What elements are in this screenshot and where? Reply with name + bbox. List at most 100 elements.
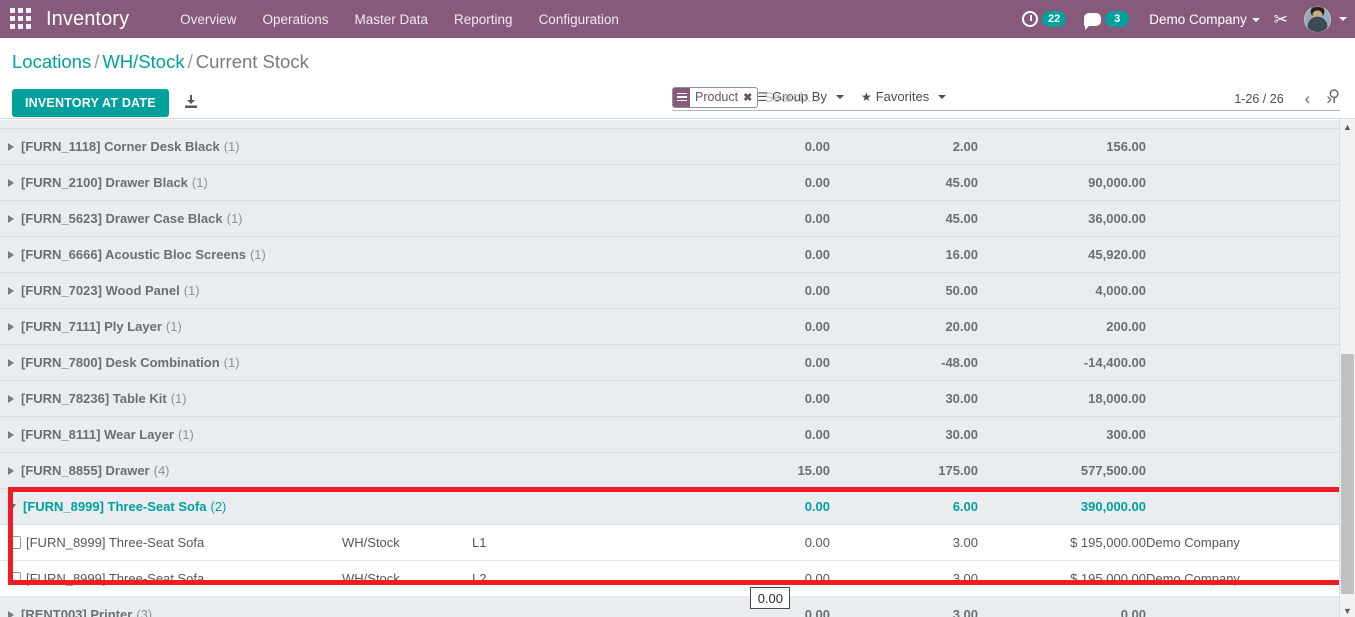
- table-row[interactable]: [RENT003] Printer (3) 0.00 3.00 0.00: [0, 596, 1340, 617]
- inventory-at-date-button[interactable]: INVENTORY AT DATE: [12, 89, 169, 117]
- table-row[interactable]: [FURN_7023] Wood Panel (1) 0.00 50.00 4,0…: [0, 272, 1340, 309]
- group-reserved: 0.00: [804, 247, 830, 262]
- row-lot: L2: [472, 571, 487, 586]
- collapse-caret-icon[interactable]: [8, 503, 16, 510]
- group-quantity: 30.00: [945, 427, 978, 442]
- table-row-expanded-group[interactable]: [FURN_8999] Three-Seat Sofa (2) 0.00 6.00…: [0, 488, 1340, 525]
- main-menu: Overview Operations Master Data Reportin…: [167, 3, 632, 36]
- group-reserved: 0.00: [804, 499, 830, 514]
- row-reserved: 0.00: [804, 571, 830, 586]
- table-row[interactable]: [FURN_2100] Drawer Black (1) 0.00 45.00 9…: [0, 164, 1340, 201]
- group-reserved: 0.00: [804, 283, 830, 298]
- group-value: 390,000.00: [1080, 499, 1146, 514]
- group-count: (1): [223, 355, 240, 370]
- user-avatar[interactable]: [1304, 5, 1331, 33]
- group-label: [FURN_5623] Drawer Case Black: [21, 211, 223, 226]
- expand-caret-icon[interactable]: [8, 286, 14, 295]
- search-view: Product ✖ ⚲: [672, 86, 1340, 111]
- scroll-up-arrow-icon[interactable]: ▲: [1340, 119, 1355, 134]
- scrollbar-thumb[interactable]: [1341, 354, 1354, 594]
- group-reserved: 0.00: [804, 607, 830, 617]
- chat-icon: [1084, 12, 1102, 30]
- group-count: (1): [177, 427, 194, 442]
- expand-caret-icon[interactable]: [8, 358, 14, 367]
- table-row[interactable]: [FURN_8999] Three-Seat Sofa WH/Stock L1 …: [0, 524, 1340, 561]
- search-facet-label: Product: [695, 90, 739, 104]
- breadcrumb-item-locations[interactable]: Locations: [12, 51, 91, 72]
- company-switcher[interactable]: Demo Company: [1139, 8, 1262, 31]
- group-value: -14,400.00: [1083, 355, 1146, 370]
- expand-caret-icon[interactable]: [8, 466, 14, 475]
- wrench-icon[interactable]: ✂: [1264, 8, 1298, 31]
- expand-caret-icon[interactable]: [8, 214, 14, 223]
- chevron-down-icon: [1251, 17, 1260, 22]
- row-select-cell[interactable]: [0, 525, 26, 561]
- breadcrumb: Locations / WH/Stock / Current Stock: [12, 51, 309, 73]
- table-row[interactable]: [FURN_5623] Drawer Case Black (1) 0.00 45…: [0, 200, 1340, 237]
- group-label: [FURN_7111] Ply Layer: [21, 319, 162, 334]
- messages-menu[interactable]: 3: [1076, 7, 1137, 31]
- group-company: [1146, 309, 1340, 345]
- inline-quantity-input[interactable]: [750, 587, 790, 609]
- apps-grid-icon[interactable]: [10, 8, 32, 30]
- group-label: [FURN_1118] Corner Desk Black: [21, 139, 220, 154]
- search-input[interactable]: [758, 89, 1323, 105]
- stock-quant-table: [FURN_1118] Corner Desk Black (1) 0.00 2.…: [0, 119, 1340, 617]
- group-count: (1): [183, 283, 200, 298]
- expand-caret-icon[interactable]: [8, 394, 14, 403]
- table-row[interactable]: [FURN_1118] Corner Desk Black (1) 0.00 2.…: [0, 128, 1340, 165]
- group-count: (1): [170, 391, 187, 406]
- app-brand-title[interactable]: Inventory: [46, 8, 129, 31]
- row-location: WH/Stock: [342, 535, 400, 550]
- message-count-badge: 3: [1105, 11, 1130, 27]
- group-value: 0.00: [1120, 607, 1146, 617]
- expand-caret-icon[interactable]: [8, 610, 14, 617]
- table-row[interactable]: [FURN_7111] Ply Layer (1) 0.00 20.00 200.…: [0, 308, 1340, 345]
- scroll-down-arrow-icon[interactable]: ▼: [1340, 603, 1355, 617]
- group-value: 18,000.00: [1088, 391, 1146, 406]
- expand-caret-icon[interactable]: [8, 322, 14, 331]
- group-label: [FURN_8999] Three-Seat Sofa: [23, 499, 207, 514]
- table-row[interactable]: [FURN_8999] Three-Seat Sofa WH/Stock L2 …: [0, 560, 1340, 597]
- table-row[interactable]: [FURN_6666] Acoustic Bloc Screens (1) 0.0…: [0, 236, 1340, 273]
- search-facet-product[interactable]: Product ✖: [672, 86, 759, 108]
- table-row[interactable]: [FURN_8855] Drawer (4) 15.00 175.00 577,5…: [0, 452, 1340, 489]
- row-checkbox[interactable]: [8, 536, 21, 549]
- download-icon[interactable]: [183, 94, 199, 113]
- group-company: [1146, 165, 1340, 201]
- group-reserved: 0.00: [804, 355, 830, 370]
- activities-menu[interactable]: 22: [1014, 7, 1074, 31]
- group-label: [FURN_78236] Table Kit: [21, 391, 167, 406]
- menu-item-configuration[interactable]: Configuration: [526, 3, 632, 36]
- menu-item-master-data[interactable]: Master Data: [341, 3, 441, 36]
- group-by-icon: [673, 87, 690, 107]
- vertical-scrollbar[interactable]: ▲ ▼: [1339, 119, 1355, 617]
- table-row[interactable]: [FURN_8111] Wear Layer (1) 0.00 30.00 300…: [0, 416, 1340, 453]
- row-checkbox[interactable]: [8, 572, 21, 585]
- group-value: 200.00: [1106, 319, 1146, 334]
- row-quantity: 3.00: [952, 535, 978, 550]
- expand-caret-icon[interactable]: [8, 250, 14, 259]
- expand-caret-icon[interactable]: [8, 178, 14, 187]
- menu-item-operations[interactable]: Operations: [249, 3, 341, 36]
- search-facet-remove-icon[interactable]: ✖: [742, 88, 757, 107]
- group-count: (1): [223, 139, 240, 154]
- group-value: 45,920.00: [1088, 247, 1146, 262]
- expand-caret-icon[interactable]: [8, 142, 14, 151]
- company-label: Demo Company: [1149, 11, 1247, 27]
- row-company: Demo Company: [1146, 535, 1240, 550]
- menu-item-reporting[interactable]: Reporting: [441, 3, 526, 36]
- search-icon[interactable]: ⚲: [1322, 89, 1340, 105]
- row-reserved: 0.00: [804, 535, 830, 550]
- group-company: [1146, 597, 1340, 617]
- row-product: [FURN_8999] Three-Seat Sofa: [26, 535, 205, 550]
- table-row[interactable]: [FURN_7800] Desk Combination (1) 0.00 -48…: [0, 344, 1340, 381]
- table-row[interactable]: [FURN_78236] Table Kit (1) 0.00 30.00 18,…: [0, 380, 1340, 417]
- expand-caret-icon[interactable]: [8, 430, 14, 439]
- row-select-cell[interactable]: [0, 561, 26, 597]
- menu-item-overview[interactable]: Overview: [167, 3, 249, 36]
- breadcrumb-item-wh-stock[interactable]: WH/Stock: [102, 51, 184, 72]
- user-menu-chevron-down-icon[interactable]: [1339, 17, 1347, 21]
- group-label: [FURN_7023] Wood Panel: [21, 283, 180, 298]
- table-row-clipped[interactable]: [0, 119, 1340, 129]
